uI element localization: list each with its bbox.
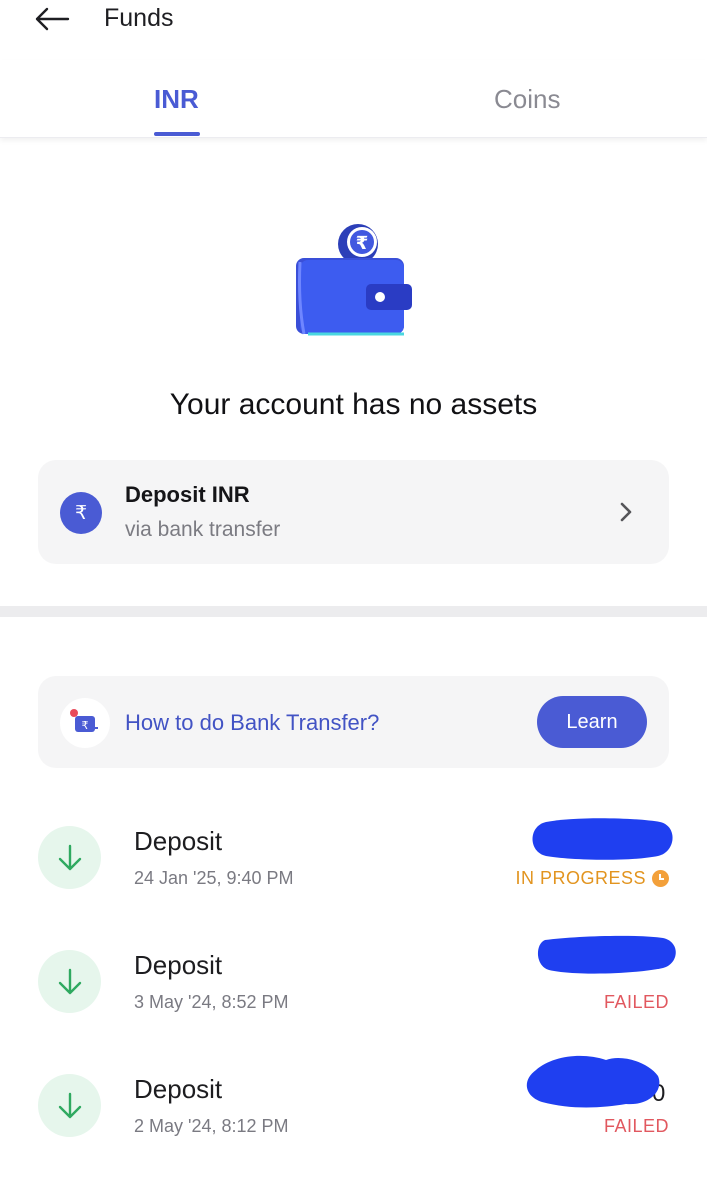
empty-state-title: Your account has no assets xyxy=(169,388,538,421)
page-title: Funds xyxy=(104,4,174,32)
redacted-amount xyxy=(532,818,673,860)
transaction-row[interactable]: Deposit 24 Jan '25, 9:40 PM IN PROGRESS xyxy=(0,818,707,936)
status-badge: FAILED xyxy=(603,992,669,1012)
deposit-arrow-icon xyxy=(38,1074,101,1137)
transaction-date: 2 May '24, 8:12 PM xyxy=(134,1116,289,1136)
transaction-type: Deposit xyxy=(134,826,223,856)
tab-coins[interactable]: Coins xyxy=(494,84,560,115)
bank-transfer-icon: ₹ xyxy=(60,698,110,748)
clock-icon xyxy=(652,870,669,887)
deposit-card-title: Deposit INR xyxy=(125,482,250,507)
transaction-row[interactable]: Deposit 3 May '24, 8:52 PM FAILED xyxy=(0,935,707,1060)
redacted-amount xyxy=(526,1055,660,1108)
chevron-right-icon xyxy=(620,502,632,522)
learn-button[interactable]: Learn xyxy=(537,696,647,748)
bank-transfer-help-link[interactable]: How to do Bank Transfer? xyxy=(125,710,379,736)
svg-text:₹: ₹ xyxy=(82,719,89,732)
arrow-left-icon xyxy=(35,7,70,31)
wallet-icon: ₹ xyxy=(296,224,412,336)
status-badge: IN PROGRESS xyxy=(515,868,669,889)
svg-text:₹: ₹ xyxy=(356,233,369,254)
rupee-icon: ₹ xyxy=(60,492,102,534)
app-header: Funds xyxy=(0,0,707,40)
deposit-arrow-icon xyxy=(38,950,101,1013)
status-text: IN PROGRESS xyxy=(515,868,646,888)
deposit-arrow-icon xyxy=(38,826,101,889)
transaction-type: Deposit xyxy=(134,1074,223,1104)
section-divider xyxy=(0,606,707,617)
transaction-date: 3 May '24, 8:52 PM xyxy=(134,992,289,1012)
status-badge: FAILED xyxy=(603,1116,669,1136)
deposit-card-subtitle: via bank transfer xyxy=(125,518,281,541)
deposit-inr-card[interactable]: ₹ Deposit INR via bank transfer xyxy=(38,460,669,564)
tab-bar: INR Coins xyxy=(0,60,707,138)
active-tab-indicator xyxy=(154,132,200,136)
redacted-amount xyxy=(537,935,676,974)
back-button[interactable] xyxy=(30,2,74,36)
transaction-row[interactable]: Deposit 2 May '24, 8:12 PM 0 FAILED xyxy=(0,1055,707,1184)
bank-transfer-help-card: ₹ How to do Bank Transfer? Learn xyxy=(38,676,669,768)
tab-inr[interactable]: INR xyxy=(154,84,199,115)
transaction-type: Deposit xyxy=(134,950,223,980)
transaction-date: 24 Jan '25, 9:40 PM xyxy=(134,868,294,888)
